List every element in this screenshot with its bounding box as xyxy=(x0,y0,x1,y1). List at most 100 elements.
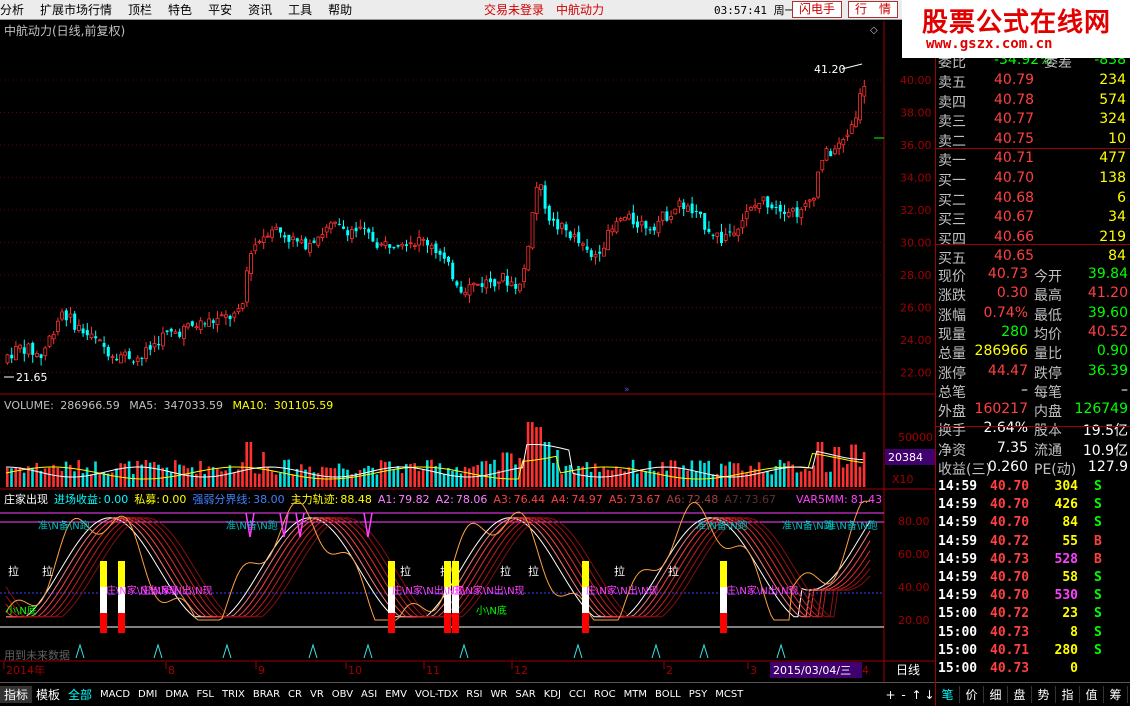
tab-indicator-macd[interactable]: MACD xyxy=(96,689,134,700)
quote-row-ask[interactable]: 卖五 40.79 234 xyxy=(936,72,1130,91)
tab-indicator-emv[interactable]: EMV xyxy=(381,689,411,700)
diamond-icon[interactable]: ◇ xyxy=(870,25,878,36)
tab-indicator-vol-tdx[interactable]: VOL-TDX xyxy=(411,689,462,700)
right-tab[interactable]: 值 xyxy=(1080,686,1104,703)
candle-body xyxy=(552,218,555,221)
zoom-in-button[interactable]: + xyxy=(884,688,897,702)
candle-body xyxy=(442,252,446,259)
kline-chart[interactable]: 中航动力(日线,前复权) ◇ 40.0038.0036.0034.0032.00… xyxy=(0,21,936,682)
volume-bar xyxy=(514,464,517,487)
volume-bar xyxy=(526,422,530,487)
tab-indicator-rsi[interactable]: RSI xyxy=(462,689,486,700)
volume-bar xyxy=(182,465,185,487)
tab-templates[interactable]: 模板 xyxy=(32,686,64,703)
menu-item-help[interactable]: 帮助 xyxy=(320,1,360,18)
menu-item-tools[interactable]: 工具 xyxy=(280,1,320,18)
quote-row-bid[interactable]: 买二 40.68 6 xyxy=(936,190,1130,209)
signal-pull: 拉 xyxy=(400,564,411,578)
right-tab[interactable]: 细 xyxy=(984,686,1008,703)
quote-row-stat[interactable]: 现价 40.73 今开 39.84 xyxy=(936,266,1130,285)
volume-bar xyxy=(459,473,463,487)
quote-row-bid[interactable]: 买五 40.65 84 xyxy=(936,248,1130,267)
candle-body xyxy=(354,227,358,232)
price-ytick: 24.00 xyxy=(900,334,932,347)
tab-indicator-trix[interactable]: TRIX xyxy=(218,689,249,700)
quote-row-stat[interactable]: 外盘 160217 内盘 126749 xyxy=(936,401,1130,420)
candle-body xyxy=(244,270,249,303)
quote-row-ask[interactable]: 卖二 40.75 10 xyxy=(936,131,1130,150)
quote-row-stat[interactable]: 涨跌 0.30 最高 41.20 xyxy=(936,285,1130,304)
up-button[interactable]: ↑ xyxy=(910,688,923,702)
quote-row-bid[interactable]: 买三 40.67 34 xyxy=(936,209,1130,228)
candle-body xyxy=(287,234,291,242)
candle-body xyxy=(514,284,518,289)
quote-row-stat[interactable]: 现量 280 均价 40.52 xyxy=(936,324,1130,343)
menu-item-features[interactable]: 特色 xyxy=(160,1,200,18)
right-tab[interactable]: 价 xyxy=(960,686,984,703)
signal-red-bar xyxy=(118,613,125,633)
tab-indicator-boll[interactable]: BOLL xyxy=(651,689,685,700)
quote-row-stat[interactable]: 收益(三) 0.260 PE(动) 127.9 xyxy=(936,459,1130,478)
right-tab[interactable]: 筹 xyxy=(1104,686,1128,703)
tab-indicator-roc[interactable]: ROC xyxy=(590,689,620,700)
tab-indicator-psy[interactable]: PSY xyxy=(685,689,712,700)
flash-trade-button[interactable]: 闪电手 xyxy=(792,1,842,18)
tab-indicator-cr[interactable]: CR xyxy=(284,689,306,700)
tab-indicator-sar[interactable]: SAR xyxy=(511,689,539,700)
quote-row-stat[interactable]: 总量 286966 量比 0.90 xyxy=(936,343,1130,362)
tab-indicator-mtm[interactable]: MTM xyxy=(620,689,651,700)
tab-indicator-vr[interactable]: VR xyxy=(306,689,328,700)
quote-row-stat[interactable]: 涨幅 0.74% 最低 39.60 xyxy=(936,305,1130,324)
quote-row-ask[interactable]: 卖一 40.71 477 xyxy=(936,150,1130,169)
quote-row-stat[interactable]: 总笔 – 每笔 – xyxy=(936,382,1130,401)
right-tab[interactable]: 指 xyxy=(1056,686,1080,703)
candle-body xyxy=(786,212,791,217)
quote-row-ask[interactable]: 卖三 40.77 324 xyxy=(936,111,1130,130)
volume-bar xyxy=(808,470,811,487)
quote-row-bid[interactable]: 买一 40.70 138 xyxy=(936,170,1130,189)
candle-body xyxy=(585,246,589,250)
signal-zhuang: 庄\N家\N出\N现 xyxy=(140,584,213,597)
candle-body xyxy=(534,186,539,214)
menu-item-topbar[interactable]: 顶栏 xyxy=(120,1,160,18)
price-ytick: 32.00 xyxy=(900,204,932,217)
signal-ready: 准\N备\N跑 xyxy=(38,519,90,532)
candle-body xyxy=(475,283,480,286)
login-status[interactable]: 交易未登录 xyxy=(476,1,552,18)
tab-indicator-obv[interactable]: OBV xyxy=(328,689,357,700)
zoom-out-button[interactable]: - xyxy=(897,688,910,702)
tab-indicator-kdj[interactable]: KDJ xyxy=(540,689,565,700)
quote-row-stat[interactable]: 换手 2.64% 股本 19.5亿 xyxy=(936,420,1130,439)
right-tab[interactable]: 势 xyxy=(1032,686,1056,703)
tab-all[interactable]: 全部 xyxy=(64,686,96,703)
candle-body xyxy=(434,243,438,253)
menu-item-news[interactable]: 资讯 xyxy=(240,1,280,18)
volume-bar xyxy=(39,470,43,487)
period-label[interactable]: 日线 xyxy=(896,663,920,677)
right-tab[interactable]: 盘 xyxy=(1008,686,1032,703)
volume-bar xyxy=(52,464,55,487)
tab-indicator-wr[interactable]: WR xyxy=(487,689,512,700)
tab-indicator-dmi[interactable]: DMI xyxy=(134,689,161,700)
menu-item-ext-market[interactable]: 扩展市场行情 xyxy=(32,1,120,18)
tab-indicator-brar[interactable]: BRAR xyxy=(249,689,284,700)
scroll-arrow-icon[interactable]: » xyxy=(624,385,630,395)
tab-indicator-fsl[interactable]: FSL xyxy=(192,689,218,700)
tab-indicator-cci[interactable]: CCI xyxy=(565,689,590,700)
quote-row-ask[interactable]: 卖四 40.78 574 xyxy=(936,92,1130,111)
volume-bar xyxy=(560,474,563,487)
volume-bar xyxy=(438,463,442,487)
menu-item-analysis[interactable]: 分析 xyxy=(0,1,32,18)
volume-bar xyxy=(728,461,731,487)
tab-indicators[interactable]: 指标 xyxy=(0,686,33,703)
right-tab[interactable]: 笔 xyxy=(936,686,960,703)
tab-indicator-dma[interactable]: DMA xyxy=(161,689,192,700)
quote-button[interactable]: 行 情 xyxy=(848,1,898,18)
tab-indicator-mcst[interactable]: MCST xyxy=(711,689,747,700)
tick-row: 15:00 40.72 23 S xyxy=(938,606,1102,622)
menu-item-pingan[interactable]: 平安 xyxy=(200,1,240,18)
var5mm-readout: VAR5MM: 81.43 xyxy=(796,493,882,506)
quote-row-stat[interactable]: 净资 7.35 流通 10.9亿 xyxy=(936,440,1130,459)
tab-indicator-asi[interactable]: ASI xyxy=(357,689,381,700)
quote-row-stat[interactable]: 涨停 44.47 跌停 36.39 xyxy=(936,363,1130,382)
